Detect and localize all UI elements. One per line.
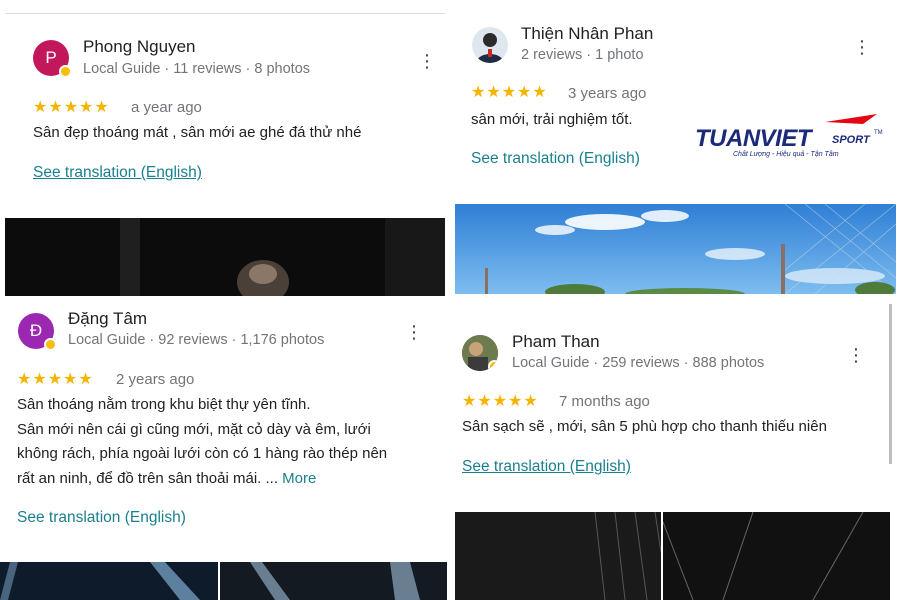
reviewer-name[interactable]: Pham Than xyxy=(512,332,600,352)
review-photo[interactable] xyxy=(455,204,896,294)
avatar-initial: Đ xyxy=(29,321,43,340)
profile-photo-icon xyxy=(476,33,504,63)
review-text-line: rất an ninh, để đồ trên sân thoải mái. .… xyxy=(17,467,442,492)
review-photo[interactable] xyxy=(663,512,890,600)
avatar[interactable] xyxy=(472,27,508,63)
avatar[interactable] xyxy=(462,335,498,371)
avatar-initial: P xyxy=(45,48,57,67)
see-translation-link[interactable]: See translation (English) xyxy=(33,164,202,182)
reviewer-name[interactable]: Thiện Nhân Phan xyxy=(521,24,653,44)
more-vert-icon[interactable]: ⋮ xyxy=(418,52,436,70)
local-guide-badge-icon xyxy=(44,338,57,351)
more-vert-icon[interactable]: ⋮ xyxy=(853,38,871,56)
review-card-phong: P Phong Nguyen Local Guide · 11 reviews … xyxy=(5,0,445,296)
trademark: TM xyxy=(874,130,883,136)
see-translation-link[interactable]: See translation (English) xyxy=(17,509,186,527)
review-card-dang: Đ Đặng Tâm Local Guide · 92 reviews · 1,… xyxy=(0,296,447,600)
review-text-line: không rách, phía ngoài lưới còn có 1 hàn… xyxy=(17,445,388,462)
review-photo[interactable] xyxy=(455,512,661,600)
see-translation-link[interactable]: See translation (English) xyxy=(471,150,640,168)
review-photo[interactable] xyxy=(220,562,447,600)
see-translation-link[interactable]: See translation (English) xyxy=(462,458,631,476)
star-rating: ★★★★★ xyxy=(471,84,548,101)
brand-name: TUANVIET xyxy=(695,125,812,152)
scrollbar[interactable] xyxy=(889,304,892,464)
review-time: 3 years ago xyxy=(568,85,647,102)
reviewer-meta: Local Guide · 92 reviews · 1,176 photos xyxy=(68,332,325,348)
star-rating: ★★★★★ xyxy=(33,99,110,116)
brand-logo: TUANVIET SPORT TM Chất Lượng - Hiệu quả … xyxy=(695,112,895,162)
review-text-line: Sân mới nên cái gì cũng mới, mặt cỏ dày … xyxy=(17,420,371,438)
more-vert-icon[interactable]: ⋮ xyxy=(405,323,423,341)
review-text: Sân sạch sẽ , mới, sân 5 phù hợp cho tha… xyxy=(462,418,827,435)
reviewer-name[interactable]: Đặng Tâm xyxy=(68,309,147,329)
review-time: 7 months ago xyxy=(559,393,650,410)
review-time: 2 years ago xyxy=(116,371,195,388)
avatar[interactable]: P xyxy=(33,40,72,78)
avatar[interactable]: Đ xyxy=(18,313,57,351)
reviewer-meta: 2 reviews · 1 photo xyxy=(521,47,644,63)
review-photo[interactable] xyxy=(5,218,445,296)
local-guide-badge-icon xyxy=(59,65,72,78)
brand-tagline: Chất Lượng - Hiệu quả - Tận Tâm xyxy=(733,151,839,158)
review-text: Sân thoáng nằm trong khu biệt thự yên tĩ… xyxy=(17,393,442,491)
star-rating: ★★★★★ xyxy=(462,393,539,410)
reviewer-meta: Local Guide · 259 reviews · 888 photos xyxy=(512,355,765,371)
review-text-line: rất an ninh, để đồ trên sân thoải mái. .… xyxy=(17,469,278,487)
star-rating: ★★★★★ xyxy=(17,371,94,388)
review-card-thien: Thiện Nhân Phan 2 reviews · 1 photo ⋮ ★★… xyxy=(455,0,896,294)
review-card-pham: Pham Than Local Guide · 259 reviews · 88… xyxy=(455,304,892,600)
more-vert-icon[interactable]: ⋮ xyxy=(847,346,865,364)
review-photo[interactable] xyxy=(0,562,218,600)
review-text: sân mới, trải nghiệm tốt. xyxy=(471,111,633,128)
review-text: Sân đẹp thoáng mát , sân mới ae ghé đá t… xyxy=(33,124,362,141)
more-link[interactable]: More xyxy=(282,470,316,487)
divider xyxy=(5,13,445,14)
local-guide-badge-icon xyxy=(488,360,498,371)
reviewer-name[interactable]: Phong Nguyen xyxy=(83,37,195,57)
brand-sub: SPORT xyxy=(832,134,870,146)
review-text-line: Sân thoáng nằm trong khu biệt thự yên tĩ… xyxy=(17,396,311,413)
reviewer-meta: Local Guide · 11 reviews · 8 photos xyxy=(83,61,311,77)
review-time: a year ago xyxy=(131,99,202,116)
